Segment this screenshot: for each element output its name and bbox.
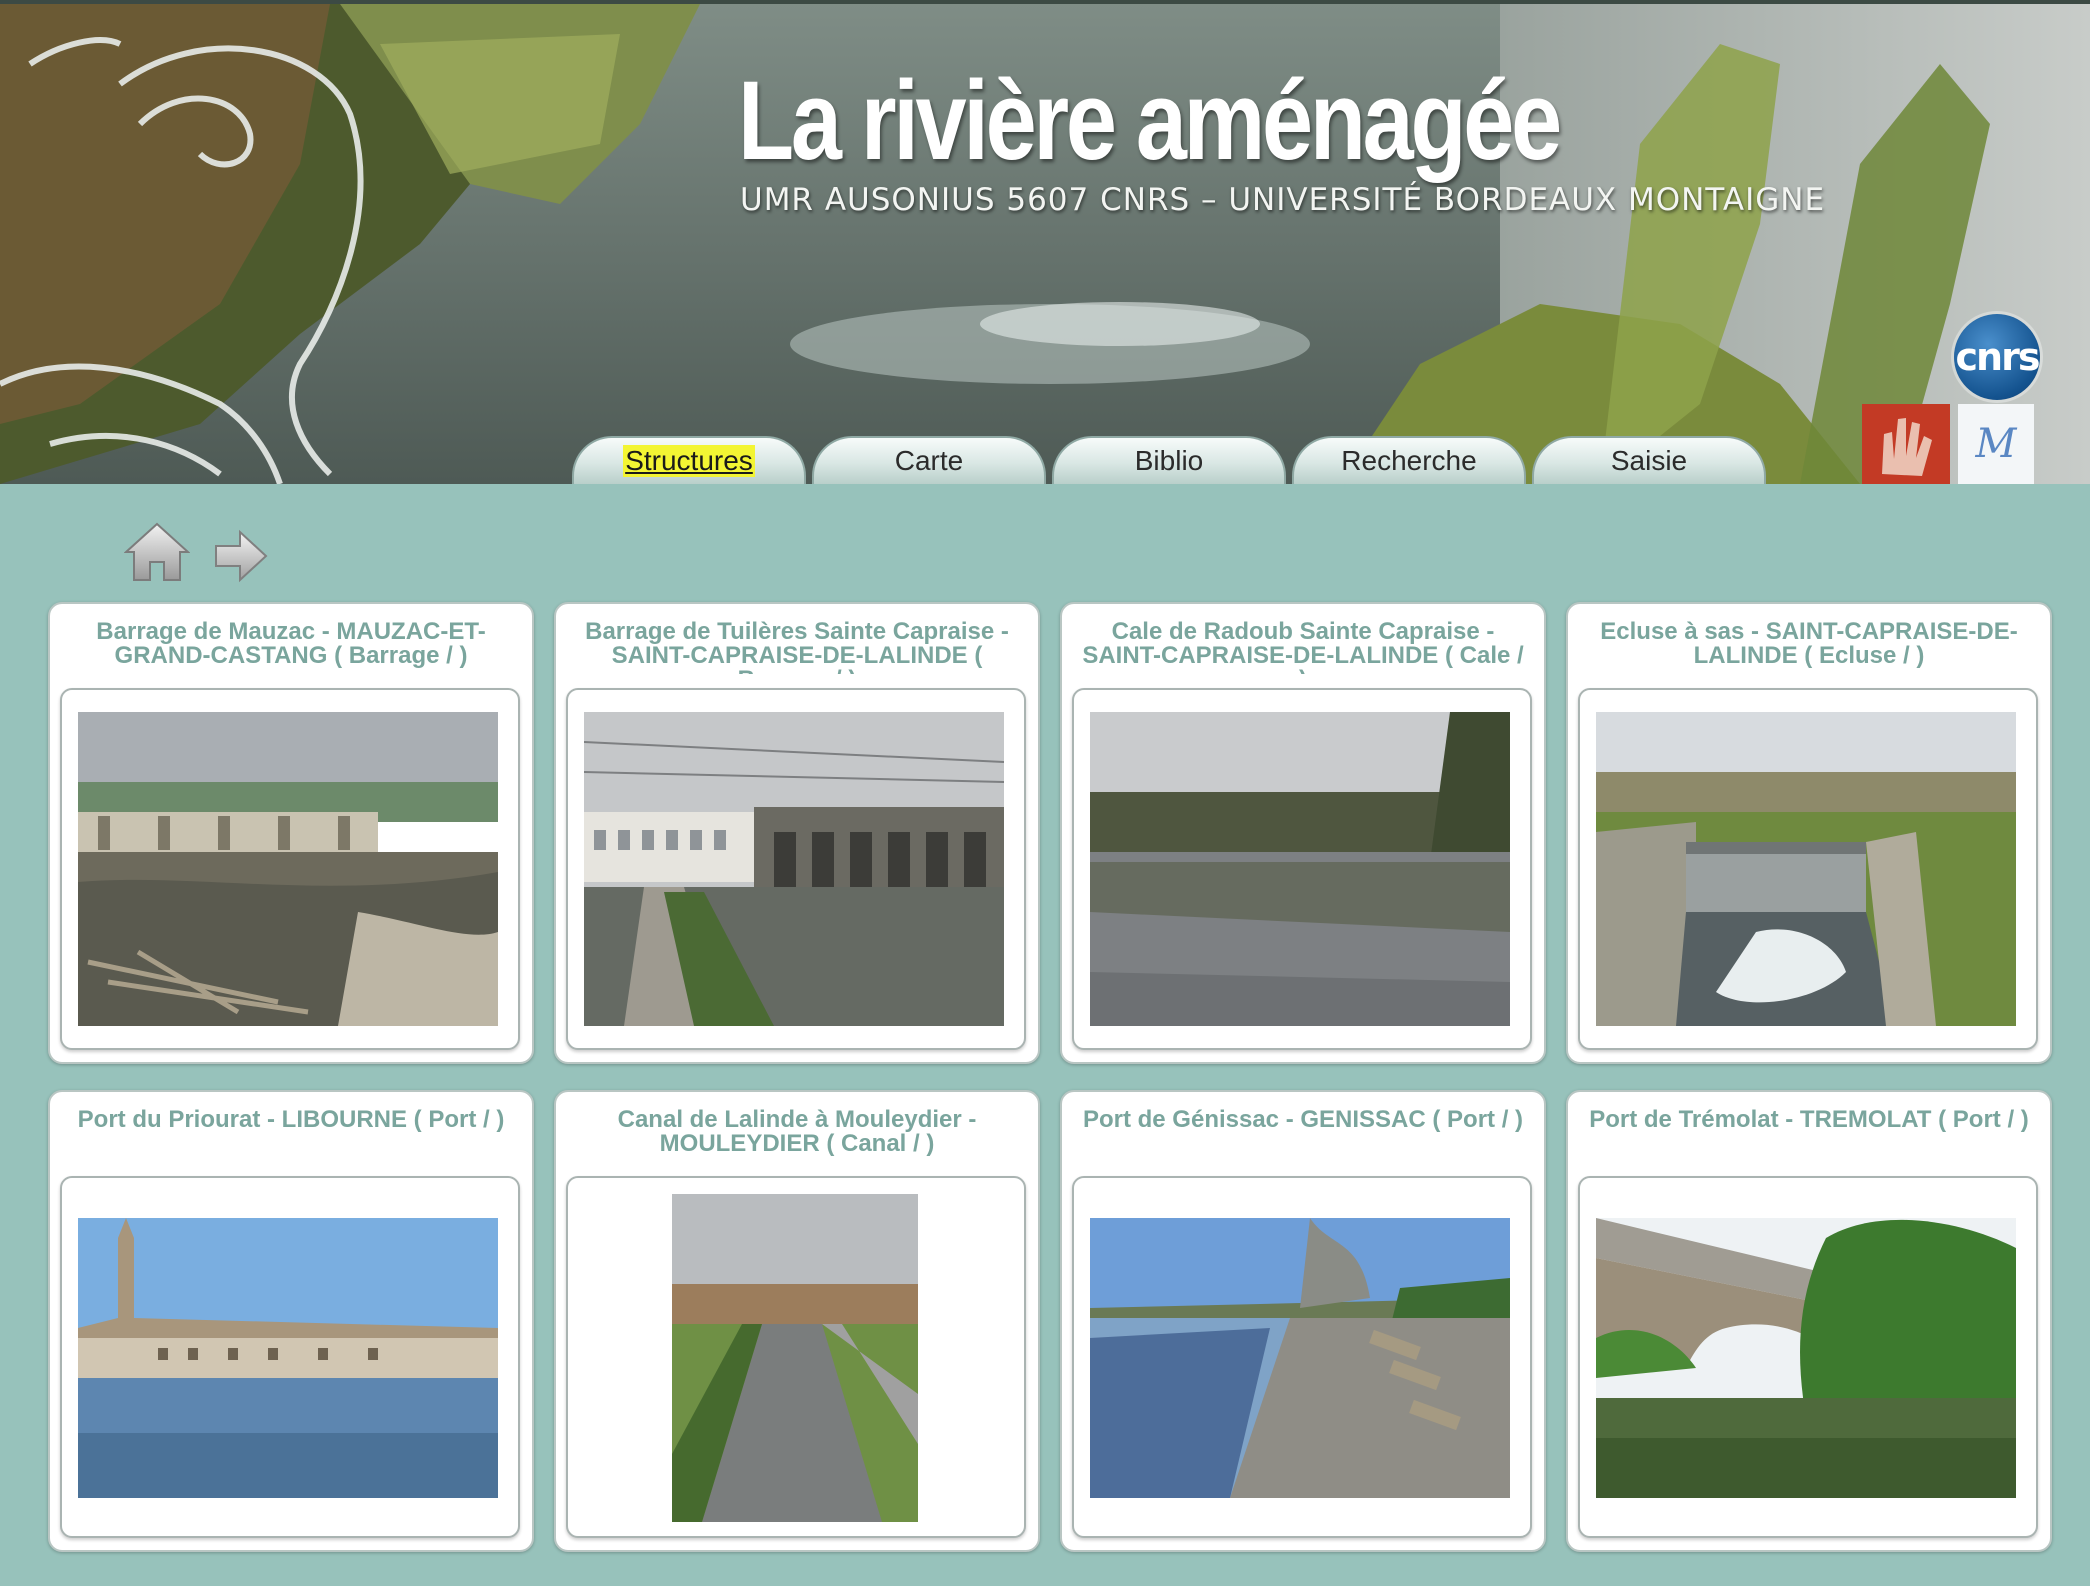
card-photo-frame	[1072, 688, 1532, 1050]
card-photo-frame	[566, 688, 1026, 1050]
card-photo-frame	[1578, 688, 2038, 1050]
home-icon[interactable]	[123, 522, 191, 582]
card-photo-frame	[60, 688, 520, 1050]
card-photo-frame	[566, 1176, 1026, 1538]
tab-biblio[interactable]: Biblio	[1052, 436, 1286, 484]
structure-card[interactable]: Ecluse à sas - SAINT-CAPRAISE-DE-LALINDE…	[1566, 602, 2052, 1064]
bridge-arch-photo[interactable]	[1596, 1218, 2016, 1498]
structure-card[interactable]: Barrage de Mauzac - MAUZAC-ET-GRAND-CAST…	[48, 602, 534, 1064]
card-photo-frame	[60, 1176, 520, 1538]
card-title[interactable]: Barrage de Tuilères Sainte Capraise - SA…	[572, 620, 1022, 674]
arrow-right-icon[interactable]	[212, 528, 270, 584]
tab-label: Structures	[623, 445, 755, 477]
canal-village-photo[interactable]	[672, 1194, 918, 1522]
card-photo-frame	[1578, 1176, 2038, 1538]
university-logo-icon: M	[1958, 404, 2034, 484]
structure-card[interactable]: Port de Trémolat - TREMOLAT ( Port / )	[1566, 1090, 2052, 1552]
card-title[interactable]: Cale de Radoub Sainte Capraise - SAINT-C…	[1078, 620, 1528, 674]
structure-card[interactable]: Port de Génissac - GENISSAC ( Port / )	[1060, 1090, 1546, 1552]
structure-card[interactable]: Barrage de Tuilères Sainte Capraise - SA…	[554, 602, 1040, 1064]
tab-label: Saisie	[1610, 445, 1688, 476]
card-title[interactable]: Barrage de Mauzac - MAUZAC-ET-GRAND-CAST…	[66, 620, 516, 674]
card-title[interactable]: Canal de Lalinde à Mouleydier - MOULEYDI…	[572, 1108, 1022, 1162]
tab-recherche[interactable]: Recherche	[1292, 436, 1526, 484]
cnrs-logo: cnrs	[1954, 314, 2040, 400]
tab-carte[interactable]: Carte	[812, 436, 1046, 484]
structure-card[interactable]: Canal de Lalinde à Mouleydier - MOULEYDI…	[554, 1090, 1040, 1552]
header-banner: La rivière aménagée UMR AUSONIUS 5607 CN…	[0, 0, 2090, 484]
site-subtitle: UMR AUSONIUS 5607 CNRS – UNIVERSITÉ BORD…	[740, 182, 1826, 218]
card-title[interactable]: Port de Génissac - GENISSAC ( Port / )	[1078, 1108, 1528, 1162]
tab-structures[interactable]: Structures	[572, 436, 806, 484]
card-photo-frame	[1072, 1176, 1532, 1538]
card-title[interactable]: Port du Priourat - LIBOURNE ( Port / )	[66, 1108, 516, 1162]
town-riverside-photo[interactable]	[78, 1218, 498, 1498]
site-title: La rivière aménagée	[738, 58, 1562, 183]
structure-card[interactable]: Port du Priourat - LIBOURNE ( Port / )	[48, 1090, 534, 1552]
lock-gate-photo[interactable]	[1596, 712, 2016, 1026]
card-title[interactable]: Port de Trémolat - TREMOLAT ( Port / )	[1584, 1108, 2034, 1162]
tab-saisie[interactable]: Saisie	[1532, 436, 1766, 484]
tab-label: Recherche	[1341, 445, 1477, 476]
tab-label: Carte	[894, 445, 964, 476]
structure-card[interactable]: Cale de Radoub Sainte Capraise - SAINT-C…	[1060, 602, 1546, 1064]
canal-reflection-photo[interactable]	[1090, 712, 1510, 1026]
hand-logo-icon	[1862, 404, 1950, 484]
tab-label: Biblio	[1134, 445, 1204, 476]
main-tabs: Structures Carte Biblio Recherche Saisie	[572, 436, 1772, 484]
river-quay-photo[interactable]	[1090, 1218, 1510, 1498]
dam-river-photo[interactable]	[78, 712, 498, 1026]
dam-building-photo[interactable]	[584, 712, 1004, 1026]
card-title[interactable]: Ecluse à sas - SAINT-CAPRAISE-DE-LALINDE…	[1584, 620, 2034, 674]
